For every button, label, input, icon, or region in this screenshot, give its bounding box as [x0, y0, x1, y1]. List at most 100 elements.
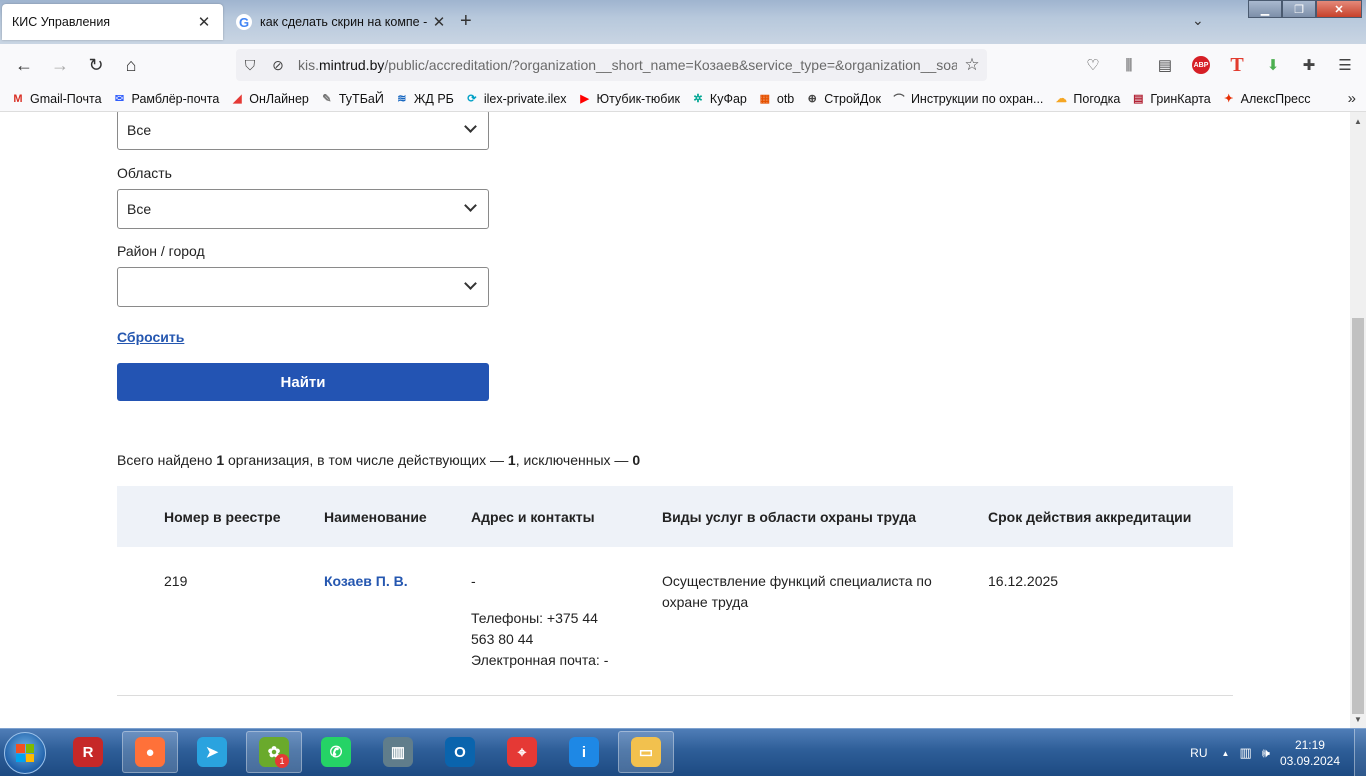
chevron-down-icon [464, 120, 477, 133]
ie-tool-icon: ⌖ [507, 737, 537, 767]
show-desktop-button[interactable] [1354, 729, 1366, 776]
bookmark-item[interactable]: ⌒ Инструкции по охран... [891, 92, 1043, 106]
show-hidden-icons-icon[interactable]: ▲ [1222, 749, 1230, 758]
language-indicator[interactable]: RU [1190, 746, 1207, 760]
us-flag-icon: ▤ [1133, 93, 1144, 105]
firefox-icon: ● [135, 737, 165, 767]
kufar-icon: ✲ [693, 93, 703, 105]
taskbar-mail-agent[interactable]: ✿ 1 [246, 731, 302, 773]
bookmark-item[interactable]: ✉ Рамблёр-почта [112, 92, 219, 106]
chevron-down-icon [464, 199, 477, 212]
phone-line: 563 80 44 [471, 631, 534, 647]
bookmark-item[interactable]: ⟳ ilex-private.ilex [464, 92, 566, 106]
bookmark-label: Погодка [1073, 91, 1121, 106]
notification-badge: 1 [275, 754, 289, 768]
instructions-icon: ⌒ [893, 93, 905, 106]
google-icon: G [236, 14, 252, 30]
scrollbar-thumb[interactable] [1352, 318, 1364, 714]
clock-date: 03.09.2024 [1279, 754, 1340, 768]
shield-icon[interactable]: ⛉ [236, 57, 264, 74]
bookmark-star-icon[interactable]: ☆ [957, 55, 987, 75]
bookmark-item[interactable]: ✦ АлексПресс [1221, 91, 1311, 106]
service-line: Осуществление функций специалиста по [662, 573, 932, 589]
copier-icon: ▥ [383, 737, 413, 767]
search-button[interactable]: Найти [117, 363, 489, 401]
telegram-icon: ➤ [197, 737, 227, 767]
adblock-icon[interactable]: ABP [1192, 56, 1210, 74]
translate-icon[interactable]: T [1224, 52, 1250, 78]
taskbar-explorer[interactable]: ▭ [618, 731, 674, 773]
taskbar-info[interactable]: i [556, 731, 612, 773]
system-tray: RU ▲ ▥ 🕪 21:19 03.09.2024 [1190, 729, 1366, 776]
url-text[interactable]: kis.mintrud.by/public/accreditation/?org… [292, 57, 957, 73]
bookmark-item[interactable]: ⊕ СтройДок [804, 92, 881, 106]
extensions-icon[interactable]: ✚ [1296, 52, 1322, 78]
forward-icon[interactable]: → [47, 52, 73, 78]
close-icon[interactable]: ✕ [430, 13, 448, 31]
scroll-down-icon[interactable]: ▼ [1350, 712, 1366, 726]
reload-icon[interactable]: ↻ [83, 52, 109, 78]
select-value: Все [127, 201, 152, 217]
taskbar-ie-tool[interactable]: ⌖ [494, 731, 550, 773]
download-icon[interactable]: ⬇ [1260, 52, 1286, 78]
outlook-icon: O [445, 737, 475, 767]
district-label: Район / город [117, 243, 205, 259]
onliner-icon: ◢ [233, 93, 242, 105]
library-icon[interactable]: ⫼ [1116, 52, 1142, 78]
new-tab-button[interactable]: + [460, 10, 472, 33]
bookmark-item[interactable]: ≋ ЖД РБ [394, 92, 454, 106]
bookmark-item[interactable]: ✎ ТуТБаЙ [319, 92, 384, 106]
taskbar-r-app[interactable]: R [60, 731, 116, 773]
bookmark-item[interactable]: ▦ otb [757, 92, 795, 106]
district-select[interactable] [117, 267, 489, 307]
tab-active[interactable]: КИС Управления ✕ [2, 4, 223, 40]
table-row: 219 Козаев П. В. - Телефоны: +375 44 563… [117, 547, 1233, 696]
taskbar-whatsapp[interactable]: ✆ [308, 731, 364, 773]
bookmark-label: ЖД РБ [413, 91, 454, 106]
taskbar-firefox[interactable]: ● [122, 731, 178, 773]
gmail-icon: M [13, 92, 23, 105]
close-icon[interactable]: ✕ [195, 13, 213, 31]
reset-link[interactable]: Сбросить [117, 329, 184, 345]
bookmark-item[interactable]: M Gmail-Почта [10, 92, 101, 106]
toolbar-icons: ♡ ⫼ ▤ ABP T ⬇ ✚ ☰ [1080, 52, 1358, 78]
sidebar-icon[interactable]: ▤ [1152, 52, 1178, 78]
bookmark-item[interactable]: ☁ Погодка [1053, 92, 1120, 106]
start-button[interactable] [4, 732, 46, 774]
explorer-icon: ▭ [631, 737, 661, 767]
insecure-lock-icon[interactable]: ⊘ [264, 57, 292, 74]
home-icon[interactable]: ⌂ [118, 52, 144, 78]
organization-name-link[interactable]: Козаев П. В. [324, 571, 408, 592]
bookmark-label: ОнЛайнер [249, 91, 309, 106]
minimize-button[interactable]: ▁ [1248, 0, 1282, 18]
chevron-right-icon[interactable]: » [1348, 90, 1356, 107]
ilex-icon: ⟳ [467, 93, 477, 105]
filter-select-1[interactable]: Все [117, 112, 489, 150]
service-types: Осуществление функций специалиста по охр… [662, 571, 962, 613]
back-icon[interactable]: ← [11, 52, 37, 78]
clock[interactable]: 21:19 03.09.2024 [1280, 737, 1340, 769]
scroll-up-icon[interactable]: ▲ [1350, 114, 1366, 128]
close-window-button[interactable]: ✕ [1316, 0, 1362, 18]
bookmark-label: Ютубик-тюбик [596, 91, 680, 106]
menu-icon[interactable]: ☰ [1332, 52, 1358, 78]
taskbar-telegram[interactable]: ➤ [184, 731, 240, 773]
bookmark-item[interactable]: ◢ ОнЛайнер [229, 92, 309, 106]
bookmark-label: Инструкции по охран... [910, 91, 1044, 106]
address-bar[interactable]: ⛉ ⊘ kis.mintrud.by/public/accreditation/… [236, 49, 987, 81]
network-icon[interactable]: ▥ [1239, 745, 1251, 761]
taskbar-copier[interactable]: ▥ [370, 731, 426, 773]
chevron-down-icon[interactable]: ⌄ [1192, 12, 1204, 29]
region-select[interactable]: Все [117, 189, 489, 229]
bookmark-label: АлексПресс [1240, 91, 1311, 106]
vertical-scrollbar[interactable]: ▲ ▼ [1350, 112, 1366, 728]
bookmark-item[interactable]: ▶ Ютубик-тюбик [577, 92, 680, 106]
taskbar-outlook[interactable]: O [432, 731, 488, 773]
bookmark-item[interactable]: ✲ КуФар [690, 92, 747, 106]
maximize-button[interactable]: ❐ [1282, 0, 1316, 18]
bookmark-item[interactable]: ▤ ГринКарта [1130, 92, 1211, 106]
tab-inactive[interactable]: G как сделать скрин на компе - П ✕ [226, 4, 458, 40]
pocket-icon[interactable]: ♡ [1080, 52, 1106, 78]
select-value: Все [127, 122, 152, 138]
volume-icon[interactable]: 🕪 [1262, 745, 1270, 761]
